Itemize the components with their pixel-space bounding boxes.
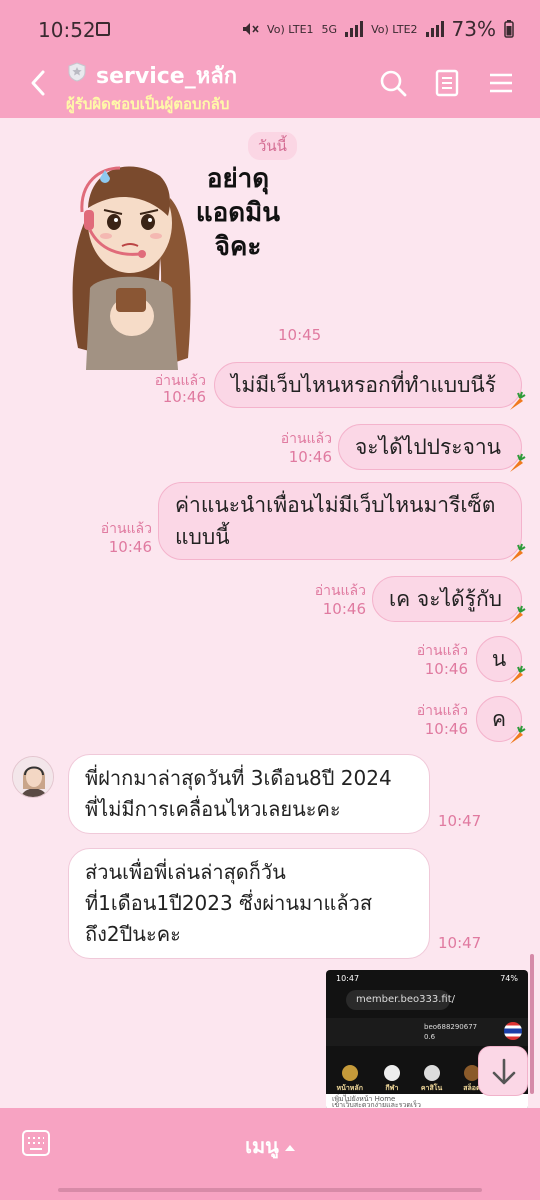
message-text-line: ที่1เดือน1ปี2023 ซึ่งผ่านมาแล้วส (85, 891, 373, 915)
screenshot-user-bar: beo688290677 0.6 (326, 1018, 528, 1046)
bottom-bar: เมนู (0, 1108, 540, 1200)
incoming-message[interactable]: พี่ฝากมาล่าสุดวันที่ 3เดือน8ปี 2024 พี่ไ… (68, 754, 430, 834)
thai-flag-icon (504, 1022, 522, 1040)
message-text-line: ส่วนเพื่อพี่เล่นล่าสุดก็วัน (85, 860, 286, 884)
message-time: 10:47 (438, 812, 482, 830)
message-text-line: ค่าแนะนำเพื่อนไม่มีเว็บไหนมารีเซ็ต (175, 493, 496, 517)
carrot-icon (510, 725, 526, 744)
menu-toggle-button[interactable]: เมนู (0, 1130, 540, 1162)
screenshot-time: 10:47 (336, 974, 360, 983)
message-time: 10:46 (322, 600, 366, 618)
status-indicators: Vo) LTE1 5G Vo) LTE2 73% (241, 17, 514, 41)
read-receipt: อ่านแล้ว (100, 521, 152, 537)
read-receipt: อ่านแล้ว (416, 643, 468, 659)
hamburger-menu-icon[interactable] (486, 68, 516, 98)
notes-icon[interactable] (432, 68, 462, 98)
message-time: 10:46 (424, 720, 468, 738)
outgoing-message[interactable]: จะได้ไปประจาน (338, 424, 522, 470)
message-time: 10:46 (288, 448, 332, 466)
battery-level: 73% (451, 17, 496, 41)
signal-icon (345, 21, 364, 37)
message-text: จะได้ไปประจาน (355, 435, 502, 459)
incoming-message[interactable]: ส่วนเพื่อพี่เล่นล่าสุดก็วัน ที่1เดือน1ปี… (68, 848, 430, 959)
read-receipt: อ่านแล้ว (280, 431, 332, 447)
gesture-nav-handle[interactable] (58, 1188, 482, 1192)
outgoing-message[interactable]: ค่าแนะนำเพื่อนไม่มีเว็บไหนมารีเซ็ต แบบนี… (158, 482, 522, 560)
carrot-icon (510, 453, 526, 472)
image-notification-icon (96, 22, 110, 36)
message-time: 10:46 (162, 388, 206, 406)
message-time: 10:46 (108, 538, 152, 556)
status-bar: 10:52 Vo) LTE1 5G Vo) LTE2 73% (0, 0, 540, 58)
screenshot-menu-item: คาสิโน (421, 1065, 442, 1094)
screenshot-url-bar: member.beo333.fit/ (346, 990, 455, 1010)
chat-area[interactable]: วันนี้ อย่าดุ แอดมิน จิคะ 10:45 อ่านแล้ว… (0, 118, 540, 1108)
admin-avatar-image (13, 757, 53, 797)
chat-title[interactable]: service_หลัก (96, 58, 237, 93)
read-receipt: อ่านแล้ว (416, 703, 468, 719)
arrow-down-icon (492, 1058, 516, 1085)
screenshot-username-block: beo688290677 0.6 (424, 1022, 477, 1042)
status-time: 10:52 (38, 18, 96, 42)
message-time: 10:47 (438, 934, 482, 952)
message-time: 10:46 (424, 660, 468, 678)
scroll-to-bottom-button[interactable] (478, 1046, 528, 1096)
admin-avatar[interactable] (12, 756, 54, 798)
screenshot-username: beo688290677 (424, 1023, 478, 1031)
message-text: ค (491, 707, 507, 731)
sticker-caption: อย่าดุ แอดมิน จิคะ (195, 164, 281, 262)
sim2-label: Vo) LTE2 (371, 22, 418, 36)
carrot-icon (510, 665, 526, 684)
message-time: 10:45 (278, 326, 322, 344)
caret-up-icon (284, 1144, 295, 1151)
shield-icon (68, 62, 86, 82)
screenshot-status-bar: 10:47 74% (336, 974, 518, 983)
menu-label: เมนู (245, 1134, 279, 1158)
screenshot-menu-item: หน้าหลัก (336, 1065, 363, 1094)
message-text-line: แบบนี้ (175, 525, 230, 549)
message-text: น (491, 647, 507, 671)
carrot-icon (510, 605, 526, 624)
mute-icon (243, 23, 259, 35)
sim1-label: Vo) LTE1 (267, 22, 314, 36)
message-text-line: พี่ฝากมาล่าสุดวันที่ 3เดือน8ปี 2024 (85, 766, 392, 790)
search-icon[interactable] (378, 68, 408, 98)
carrot-icon (510, 543, 526, 562)
carrot-icon (510, 391, 526, 410)
signal-icon-2 (425, 21, 444, 37)
outgoing-message[interactable]: เค จะได้รู้กับ (372, 576, 522, 622)
battery-icon (504, 20, 514, 38)
screenshot-balance: 0.6 (424, 1033, 436, 1041)
read-receipt: อ่านแล้ว (314, 583, 366, 599)
back-arrow-icon[interactable] (24, 68, 54, 98)
chat-header: service_หลัก ผู้รับผิดชอบเป็นผู้ตอบกลับ (0, 58, 540, 118)
chat-subtitle: ผู้รับผิดชอบเป็นผู้ตอบกลับ (66, 95, 230, 113)
chat-scrollbar[interactable] (530, 954, 534, 1094)
message-text-line: ถึง2ปีนะคะ (85, 922, 181, 946)
message-text: เค จะได้รู้กับ (389, 587, 503, 611)
outgoing-message[interactable]: ไม่มีเว็บไหนหรอกที่ทำแบบนีร้ (214, 362, 522, 408)
screenshot-battery: 74% (500, 974, 518, 983)
message-text: ไม่มีเว็บไหนหรอกที่ทำแบบนีร้ (231, 373, 497, 397)
screenshot-menu-item: กีฬา (383, 1065, 400, 1094)
message-text-line: พี่ไม่มีการเคลื่อนไหวเลยนะคะ (85, 797, 341, 821)
network-label: 5G (321, 22, 338, 36)
